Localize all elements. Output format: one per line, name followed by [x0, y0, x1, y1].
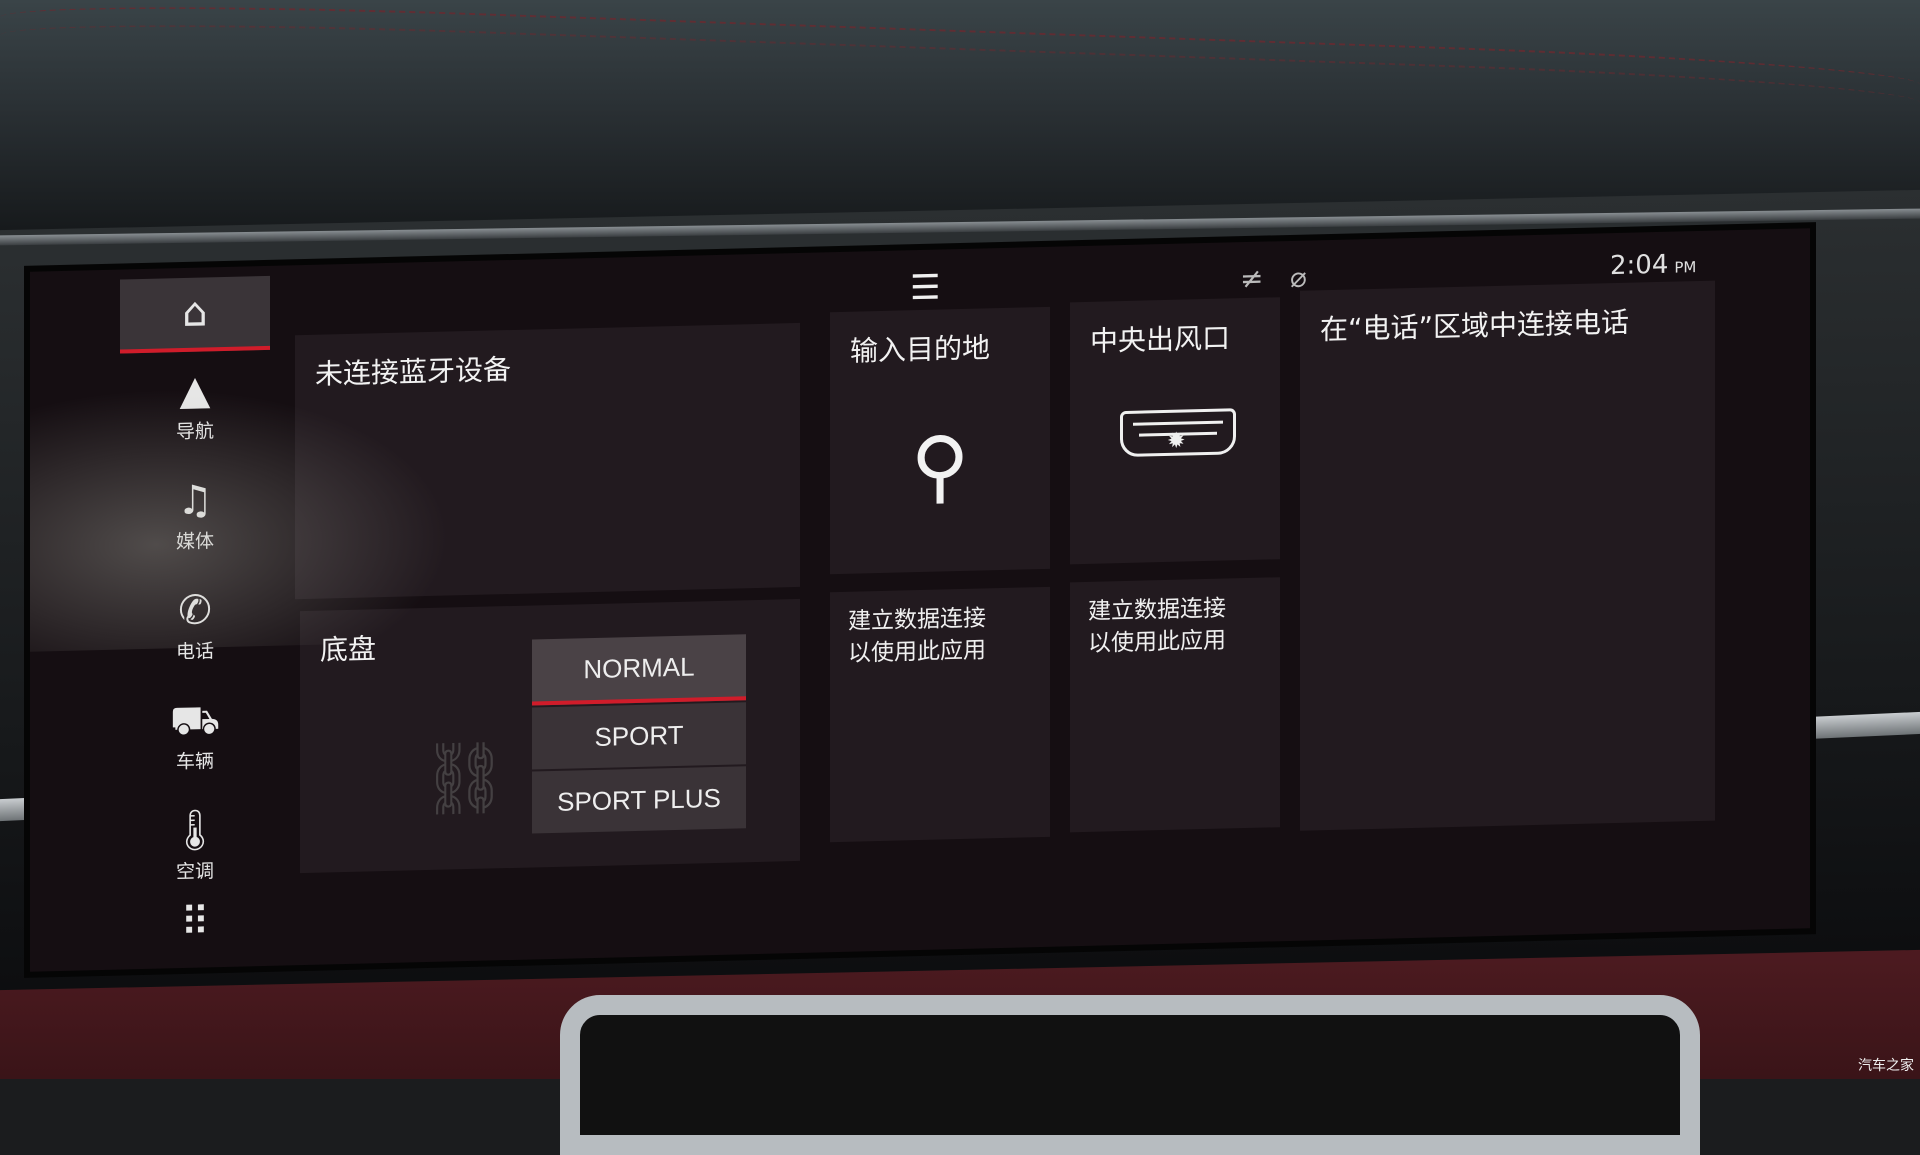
clock: 2:04 PM [1610, 249, 1696, 281]
infotainment-screen: ⌂ ▲ 导航 ♫ 媒体 ✆ 电话 ⛟ 车辆 🌡 空调 ⠿ ☰ ≠ ⌀ 2:04 … [30, 228, 1810, 972]
tile-center-vents[interactable]: 中央出风口 ✹ [1070, 297, 1280, 565]
clock-ampm: PM [1674, 258, 1697, 277]
search-icon: ⚲ [910, 418, 970, 514]
sidebar-item-vehicle[interactable]: ⛟ 车辆 [120, 682, 270, 790]
tile-app-2[interactable]: 建立数据连接 以使用此应用 [1070, 577, 1280, 833]
music-note-icon: ♫ [177, 476, 213, 524]
tile-message: 建立数据连接 以使用此应用 [848, 601, 1038, 670]
no-signal-icon: ⌀ [1290, 260, 1307, 294]
clock-time: 2:04 [1610, 249, 1669, 282]
tile-title: 在“电话”区域中连接电话 [1320, 305, 1630, 347]
air-vent-icon: ✹ [1120, 408, 1236, 458]
sidebar-item-phone[interactable]: ✆ 电话 [120, 572, 270, 680]
chassis-option-normal[interactable]: NORMAL [532, 634, 746, 706]
tile-bluetooth[interactable]: 未连接蓝牙设备 [295, 322, 800, 600]
sidebar-item-home[interactable]: ⌂ [120, 275, 270, 354]
tile-message: 建立数据连接 以使用此应用 [1088, 591, 1278, 660]
tile-title: 未连接蓝牙设备 [315, 352, 512, 391]
sidebar-item-label: 电话 [175, 639, 214, 663]
message-line-2: 以使用此应用 [1088, 627, 1226, 657]
menu-icon[interactable]: ☰ [910, 267, 940, 308]
sidebar-item-navigation[interactable]: ▲ 导航 [120, 352, 270, 460]
chassis-option-sport-plus[interactable]: SPORT PLUS [532, 766, 746, 834]
phone-icon: ✆ [178, 586, 212, 634]
sidebar-item-media[interactable]: ♫ 媒体 [120, 462, 270, 570]
tile-title: 中央出风口 [1090, 321, 1231, 358]
tile-title: 底盘 [320, 632, 377, 667]
tile-app-1[interactable]: 建立数据连接 以使用此应用 [830, 586, 1050, 843]
sidebar-item-apps[interactable]: ⠿ [120, 876, 270, 970]
message-line-2: 以使用此应用 [848, 637, 986, 667]
air-vent-surround [560, 995, 1700, 1155]
tile-title: 输入目的地 [850, 331, 991, 368]
tile-destination[interactable]: 输入目的地 ⚲ [830, 306, 1050, 575]
sidebar-item-label: 导航 [175, 419, 214, 443]
suspension-icon: ⛓ [420, 736, 509, 821]
watermark: 汽车之家 [1858, 1058, 1914, 1074]
sidebar-item-label: 车辆 [175, 749, 214, 773]
chassis-option-sport[interactable]: SPORT [532, 702, 746, 770]
message-line-1: 建立数据连接 [848, 605, 986, 635]
chassis-mode-list: NORMAL SPORT SPORT PLUS [532, 634, 746, 835]
home-icon: ⌂ [182, 289, 208, 337]
sidebar: ⌂ ▲ 导航 ♫ 媒体 ✆ 电话 ⛟ 车辆 🌡 空调 ⠿ [120, 275, 270, 970]
apps-grid-icon: ⠿ [180, 899, 210, 947]
thermometer-icon: 🌡 [169, 806, 221, 854]
navigation-arrow-icon: ▲ [179, 366, 211, 414]
message-line-1: 建立数据连接 [1088, 595, 1226, 625]
sidebar-item-label: 媒体 [175, 529, 214, 553]
tile-chassis: 底盘 ⛓ NORMAL SPORT SPORT PLUS [300, 598, 800, 874]
car-icon: ⛟ [169, 696, 221, 744]
tile-phone[interactable]: 在“电话”区域中连接电话 [1300, 280, 1715, 831]
no-data-icon: ≠ [1240, 261, 1264, 296]
